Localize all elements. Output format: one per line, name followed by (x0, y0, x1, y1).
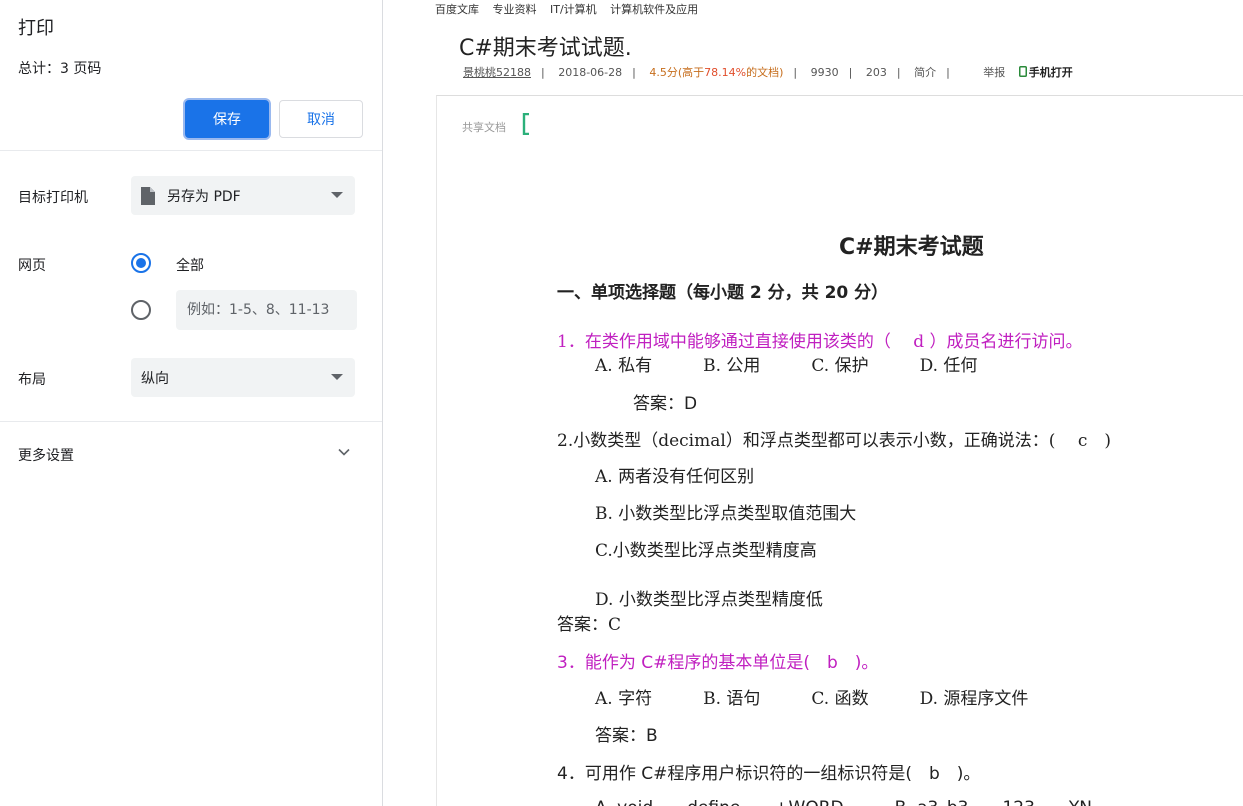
breadcrumb: 百度文库 专业资料 IT/计算机 计算机软件及应用 (435, 1, 708, 17)
open-mobile-link[interactable]: 手机打开 (1018, 66, 1083, 79)
question-2-option-b: B. 小数类型比浮点类型取值范围大 (595, 504, 857, 524)
question-2-option-c: C.小数类型比浮点类型精度高 (595, 541, 817, 561)
exam-heading: C#期末考试题 (839, 235, 984, 260)
rating: 4.5分(高于 (649, 66, 705, 79)
question-3-answer: 答案：B (595, 726, 658, 746)
author-link[interactable]: 景桃桃52188 (463, 66, 531, 79)
question-1-options: A. 私有 B. 公用 C. 保护 D. 任何 (595, 356, 978, 376)
question-2-answer: 答案：C (557, 615, 622, 635)
page-count: 总计：3 页码 (18, 61, 102, 77)
upload-date: 2018-06-28 (558, 66, 623, 79)
phone-icon (1018, 66, 1027, 77)
divider (0, 421, 382, 422)
section-heading: 一、单项选择题（每小题 2 分，共 20 分） (557, 283, 889, 303)
download-count: 203 (865, 66, 887, 79)
layout-select[interactable]: 纵向 (131, 358, 355, 397)
question-4-options: A. void define +WORD B. a3_b3 123 YN (595, 793, 1092, 806)
breadcrumb-item[interactable]: 计算机软件及应用 (610, 3, 698, 16)
more-settings-toggle[interactable]: 更多设置 (18, 445, 74, 465)
chevron-down-icon[interactable] (338, 446, 350, 458)
report-link[interactable]: 举报 (983, 66, 1005, 79)
print-title: 打印 (18, 18, 54, 39)
bracket-icon (522, 113, 529, 135)
question-1-answer: 答案：D (633, 394, 698, 414)
pages-label: 网页 (18, 258, 46, 274)
layout-value: 纵向 (141, 370, 169, 387)
layout-label: 布局 (18, 372, 46, 388)
question-2-option-d: D. 小数类型比浮点类型精度低 (595, 590, 823, 610)
destination-select[interactable]: 另存为 PDF (131, 176, 355, 215)
breadcrumb-item[interactable]: IT/计算机 (550, 3, 597, 16)
divider (0, 150, 382, 151)
question-4: 4．可用作 C#程序用户标识符的一组标识符是( b )。 (557, 764, 981, 784)
file-icon (141, 186, 155, 205)
rating-suffix: 的文档) (746, 66, 784, 79)
pages-all-label: 全部 (176, 258, 204, 274)
save-button[interactable]: 保存 (185, 100, 269, 138)
question-2-option-a: A. 两者没有任何区别 (595, 467, 755, 487)
intro-link[interactable]: 简介 (914, 66, 936, 79)
destination-label: 目标打印机 (18, 190, 88, 206)
view-count: 9930 (810, 66, 839, 79)
question-2: 2.小数类型（decimal）和浮点类型都可以表示小数，正确说法：( c ) (557, 431, 1112, 451)
open-mobile-label: 手机打开 (1028, 66, 1073, 79)
rating-percent: 78.14% (704, 66, 747, 79)
question-3: 3．能作为 C#程序的基本单位是( b )。 (557, 653, 879, 673)
pages-all-radio[interactable] (131, 253, 151, 273)
dropdown-arrow-icon (331, 192, 343, 198)
print-preview: 百度文库 专业资料 IT/计算机 计算机软件及应用 C#期末考试试题. 景桃桃5… (383, 0, 1243, 806)
cancel-button[interactable]: 取消 (279, 100, 363, 138)
print-settings-panel: 打印 总计：3 页码 保存 取消 目标打印机 另存为 PDF 网页 全部 布局 … (0, 0, 383, 806)
dropdown-arrow-icon (331, 374, 343, 380)
breadcrumb-item[interactable]: 百度文库 (435, 3, 479, 16)
question-1: 1．在类作用域中能够通过直接使用该类的（ d ）成员名进行访问。 (557, 332, 1083, 352)
document-title: C#期末考试试题. (459, 36, 632, 61)
shared-doc-label: 共享文档 (462, 121, 506, 134)
pages-custom-radio[interactable] (131, 300, 151, 320)
document-meta: 景桃桃52188 | 2018-06-28 | 4.5分(高于78.14%的文档) |… (463, 64, 1093, 80)
breadcrumb-item[interactable]: 专业资料 (493, 3, 537, 16)
pages-custom-input[interactable] (176, 290, 357, 330)
question-3-options: A. 字符 B. 语句 C. 函数 D. 源程序文件 (595, 689, 1029, 709)
destination-value: 另存为 PDF (167, 188, 241, 205)
